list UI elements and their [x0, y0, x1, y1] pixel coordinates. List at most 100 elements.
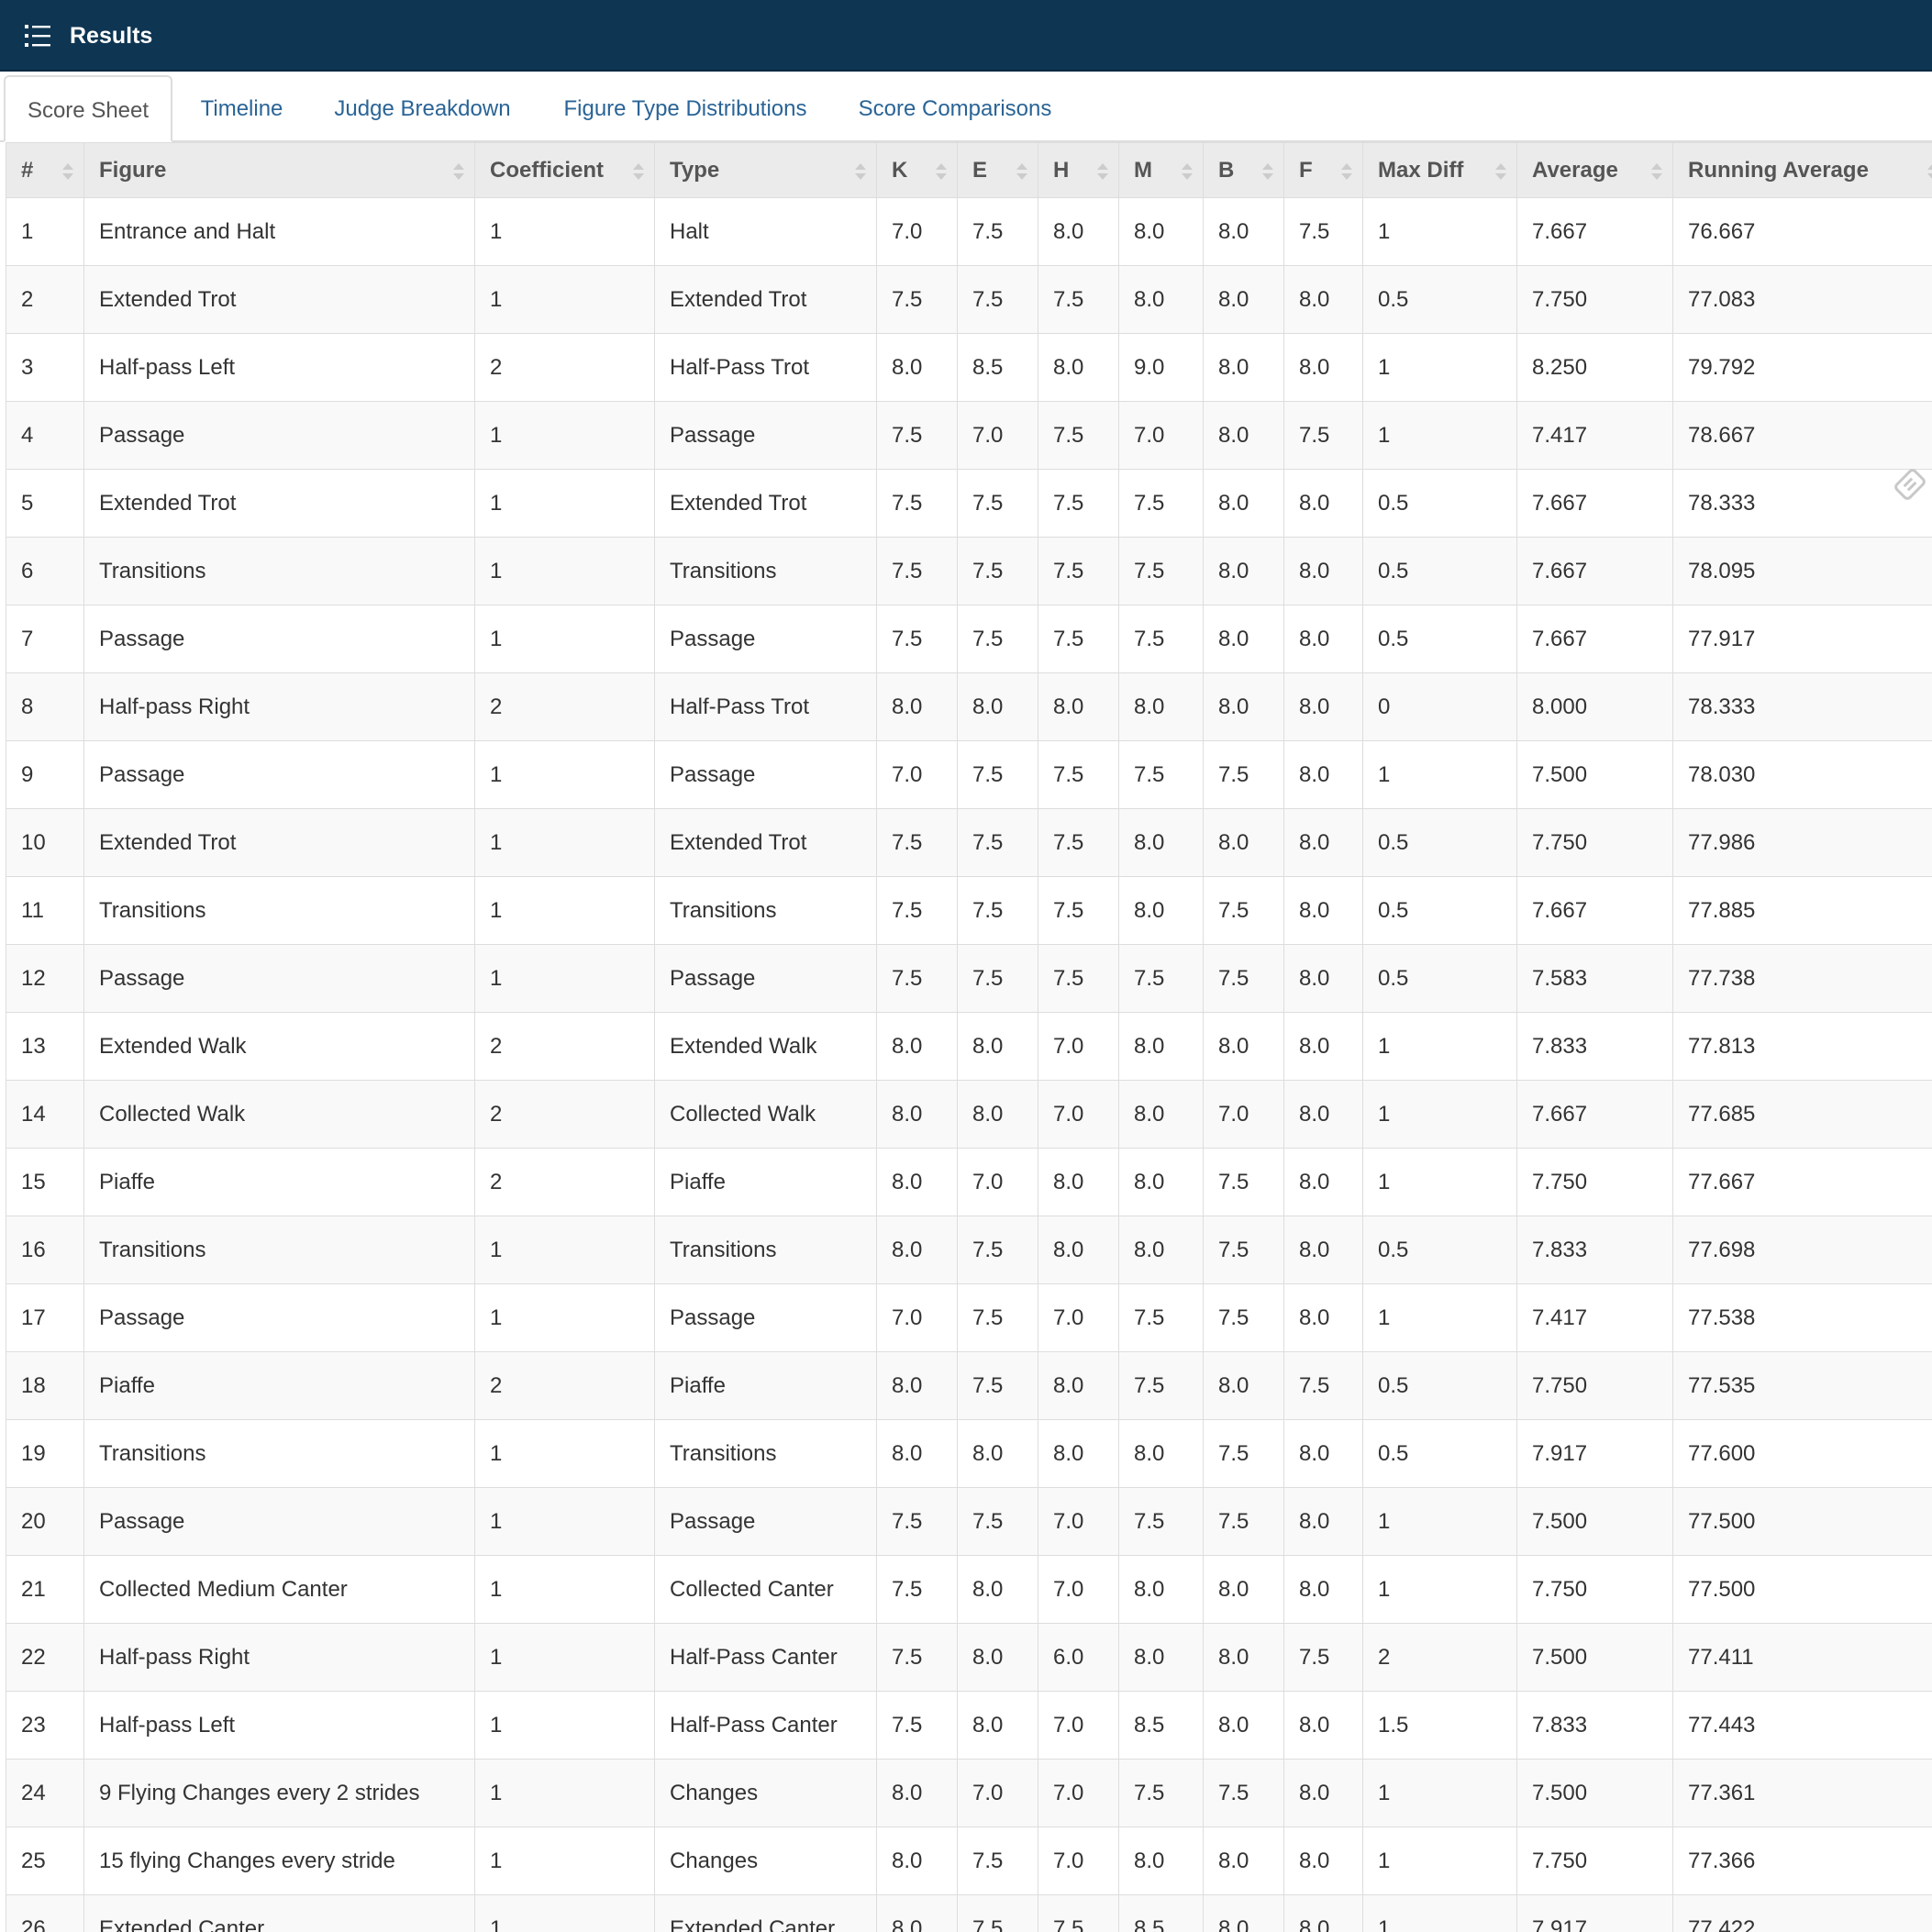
sort-icon[interactable] [1260, 158, 1276, 185]
col-judge-f-cell: 8.0 [1283, 265, 1363, 334]
col-coefficient-header[interactable]: Coefficient [474, 142, 655, 198]
col-judge-f-cell: 8.0 [1283, 1894, 1363, 1932]
sort-icon[interactable] [1014, 158, 1030, 185]
col-running-average-cell: 77.535 [1672, 1351, 1932, 1420]
sort-icon[interactable] [1649, 158, 1665, 185]
col-judge-b-cell: 7.5 [1203, 876, 1284, 945]
col-judge-e-cell: 7.5 [957, 808, 1038, 877]
col-average-cell: 7.750 [1516, 1148, 1673, 1216]
col-max-diff-cell: 0.5 [1362, 808, 1517, 877]
col-max-diff-header[interactable]: Max Diff [1362, 142, 1517, 198]
col-figure-cell: Extended Trot [83, 469, 475, 538]
col-judge-h-cell: 7.5 [1038, 876, 1119, 945]
col-judge-e-cell: 7.5 [957, 740, 1038, 809]
col-judge-k-header[interactable]: K [876, 142, 958, 198]
col-coefficient-cell: 2 [474, 1351, 655, 1420]
col-running-average-cell: 79.792 [1672, 333, 1932, 402]
col-judge-m-cell: 8.0 [1118, 1419, 1204, 1488]
col-judge-f-cell: 8.0 [1283, 876, 1363, 945]
col-figure-cell: Transitions [83, 1216, 475, 1284]
col-figure-cell: Extended Walk [83, 1012, 475, 1081]
col-running-average-cell: 77.083 [1672, 265, 1932, 334]
sort-icon[interactable] [450, 158, 467, 185]
sort-icon[interactable] [1179, 158, 1195, 185]
col-judge-e-header[interactable]: E [957, 142, 1038, 198]
col-coefficient-cell: 1 [474, 469, 655, 538]
sort-icon[interactable] [1338, 158, 1355, 185]
col-number-cell: 24 [6, 1759, 84, 1827]
col-coefficient-cell: 1 [474, 1283, 655, 1352]
col-coefficient-cell: 1 [474, 876, 655, 945]
col-judge-k-cell: 8.0 [876, 333, 958, 402]
sort-icon[interactable] [1925, 158, 1932, 185]
drag-handle-icon[interactable] [1888, 462, 1932, 506]
col-max-diff-cell: 1.5 [1362, 1691, 1517, 1760]
col-judge-m-cell: 8.0 [1118, 1555, 1204, 1624]
table-row: 13 Extended Walk 2 Extended Walk 8.0 8.0 7.0 8.… [6, 1012, 1932, 1081]
col-figure-cell: Half-pass Left [83, 1691, 475, 1760]
col-figure-cell: Extended Canter [83, 1894, 475, 1932]
sort-icon[interactable] [1094, 158, 1111, 185]
col-coefficient-cell: 1 [474, 1691, 655, 1760]
col-running-average-header[interactable]: Running Average [1672, 142, 1932, 198]
column-header-label: Running Average [1688, 157, 1869, 183]
list-icon[interactable] [24, 22, 51, 50]
col-coefficient-cell: 2 [474, 1012, 655, 1081]
col-type-header[interactable]: Type [654, 142, 877, 198]
col-number-cell: 11 [6, 876, 84, 945]
col-average-header[interactable]: Average [1516, 142, 1673, 198]
tab-figure-type-distributions[interactable]: Figure Type Distributions [549, 75, 822, 142]
col-number-cell: 17 [6, 1283, 84, 1352]
sort-icon[interactable] [852, 158, 869, 185]
tab-score-comparisons[interactable]: Score Comparisons [840, 75, 1070, 142]
col-running-average-cell: 77.986 [1672, 808, 1932, 877]
tab-timeline[interactable]: Timeline [180, 75, 304, 142]
col-judge-m-cell: 8.0 [1118, 1012, 1204, 1081]
col-judge-b-header[interactable]: B [1203, 142, 1284, 198]
col-judge-b-cell: 8.0 [1203, 1623, 1284, 1692]
col-average-cell: 7.667 [1516, 537, 1673, 605]
col-number-cell: 26 [6, 1894, 84, 1932]
col-type-cell: Half-Pass Canter [654, 1691, 877, 1760]
col-judge-b-cell: 8.0 [1203, 401, 1284, 470]
col-running-average-cell: 77.917 [1672, 605, 1932, 673]
col-judge-m-cell: 8.0 [1118, 1623, 1204, 1692]
col-max-diff-cell: 0.5 [1362, 537, 1517, 605]
col-judge-e-cell: 8.5 [957, 333, 1038, 402]
column-header-label: # [21, 157, 34, 183]
col-average-cell: 7.917 [1516, 1419, 1673, 1488]
col-judge-e-cell: 8.0 [957, 672, 1038, 741]
col-number-cell: 18 [6, 1351, 84, 1420]
col-type-cell: Half-Pass Canter [654, 1623, 877, 1692]
col-judge-m-header[interactable]: M [1118, 142, 1204, 198]
col-number-header[interactable]: # [6, 142, 84, 198]
col-figure-header[interactable]: Figure [83, 142, 475, 198]
col-judge-b-cell: 8.0 [1203, 1555, 1284, 1624]
col-judge-f-header[interactable]: F [1283, 142, 1363, 198]
col-judge-f-cell: 8.0 [1283, 672, 1363, 741]
tab-judge-breakdown[interactable]: Judge Breakdown [316, 75, 528, 142]
col-average-cell: 7.750 [1516, 808, 1673, 877]
col-judge-b-cell: 7.5 [1203, 1148, 1284, 1216]
col-max-diff-cell: 1 [1362, 333, 1517, 402]
col-coefficient-cell: 2 [474, 672, 655, 741]
col-figure-cell: Passage [83, 944, 475, 1013]
col-judge-h-header[interactable]: H [1038, 142, 1119, 198]
col-max-diff-cell: 1 [1362, 1080, 1517, 1149]
col-judge-k-cell: 7.5 [876, 1487, 958, 1556]
tab-score-sheet[interactable]: Score Sheet [4, 75, 172, 142]
sort-icon[interactable] [933, 158, 949, 185]
col-coefficient-cell: 2 [474, 1080, 655, 1149]
col-figure-cell: Extended Trot [83, 265, 475, 334]
col-judge-k-cell: 7.5 [876, 401, 958, 470]
col-judge-h-cell: 7.5 [1038, 808, 1119, 877]
sort-icon[interactable] [630, 158, 647, 185]
col-number-cell: 2 [6, 265, 84, 334]
sort-icon[interactable] [1493, 158, 1509, 185]
col-judge-k-cell: 7.5 [876, 1623, 958, 1692]
col-figure-cell: Transitions [83, 1419, 475, 1488]
sort-icon[interactable] [60, 158, 76, 185]
col-judge-f-cell: 7.5 [1283, 1351, 1363, 1420]
col-judge-h-cell: 8.0 [1038, 672, 1119, 741]
col-average-cell: 7.750 [1516, 1351, 1673, 1420]
